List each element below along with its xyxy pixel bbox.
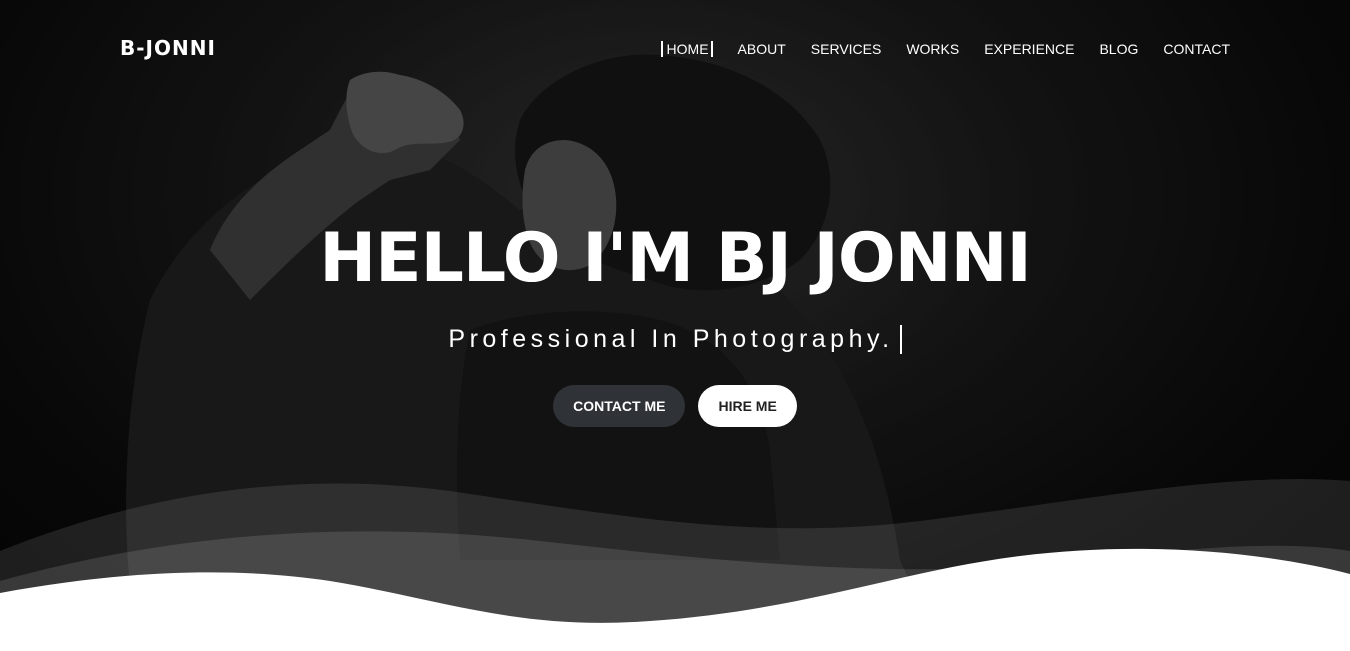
nav-item-home: HOME xyxy=(660,40,713,59)
typing-cursor xyxy=(899,324,902,354)
nav-item-services: SERVICES xyxy=(811,40,882,59)
nav-link-works[interactable]: WORKS xyxy=(906,41,959,57)
nav-item-experience: EXPERIENCE xyxy=(984,40,1074,59)
hero-tagline-row: Professional In Photography. xyxy=(448,322,902,356)
nav-item-works: WORKS xyxy=(906,40,959,59)
nav-link-experience[interactable]: EXPERIENCE xyxy=(984,41,1074,57)
nav-link-blog[interactable]: BLOG xyxy=(1099,41,1138,57)
nav-item-blog: BLOG xyxy=(1099,40,1138,59)
nav-item-about: ABOUT xyxy=(738,40,786,59)
hero-section: B-JONNI HOME ABOUT SERVICES WORKS EXPERI… xyxy=(0,0,1350,651)
nav-link-about[interactable]: ABOUT xyxy=(738,41,786,57)
navbar: B-JONNI HOME ABOUT SERVICES WORKS EXPERI… xyxy=(0,0,1350,98)
hero-tagline: Professional In Photography. xyxy=(448,325,894,353)
hero-headline: HELLO I'M BJ JONNI xyxy=(319,219,1032,298)
nav-link-services[interactable]: SERVICES xyxy=(811,41,882,57)
hero-content: HELLO I'M BJ JONNI Professional In Photo… xyxy=(0,216,1350,427)
nav-item-contact: CONTACT xyxy=(1163,40,1230,59)
nav-link-home[interactable]: HOME xyxy=(660,41,713,57)
hero-bottom-waves xyxy=(0,479,1350,651)
nav-link-contact[interactable]: CONTACT xyxy=(1163,41,1230,57)
contact-me-button[interactable]: CONTACT ME xyxy=(553,385,686,427)
hero-buttons: CONTACT ME HIRE ME xyxy=(0,385,1350,427)
brand-logo[interactable]: B-JONNI xyxy=(120,36,216,60)
main-nav: HOME ABOUT SERVICES WORKS EXPERIENCE BLO… xyxy=(636,40,1230,59)
hire-me-button[interactable]: HIRE ME xyxy=(698,385,797,427)
